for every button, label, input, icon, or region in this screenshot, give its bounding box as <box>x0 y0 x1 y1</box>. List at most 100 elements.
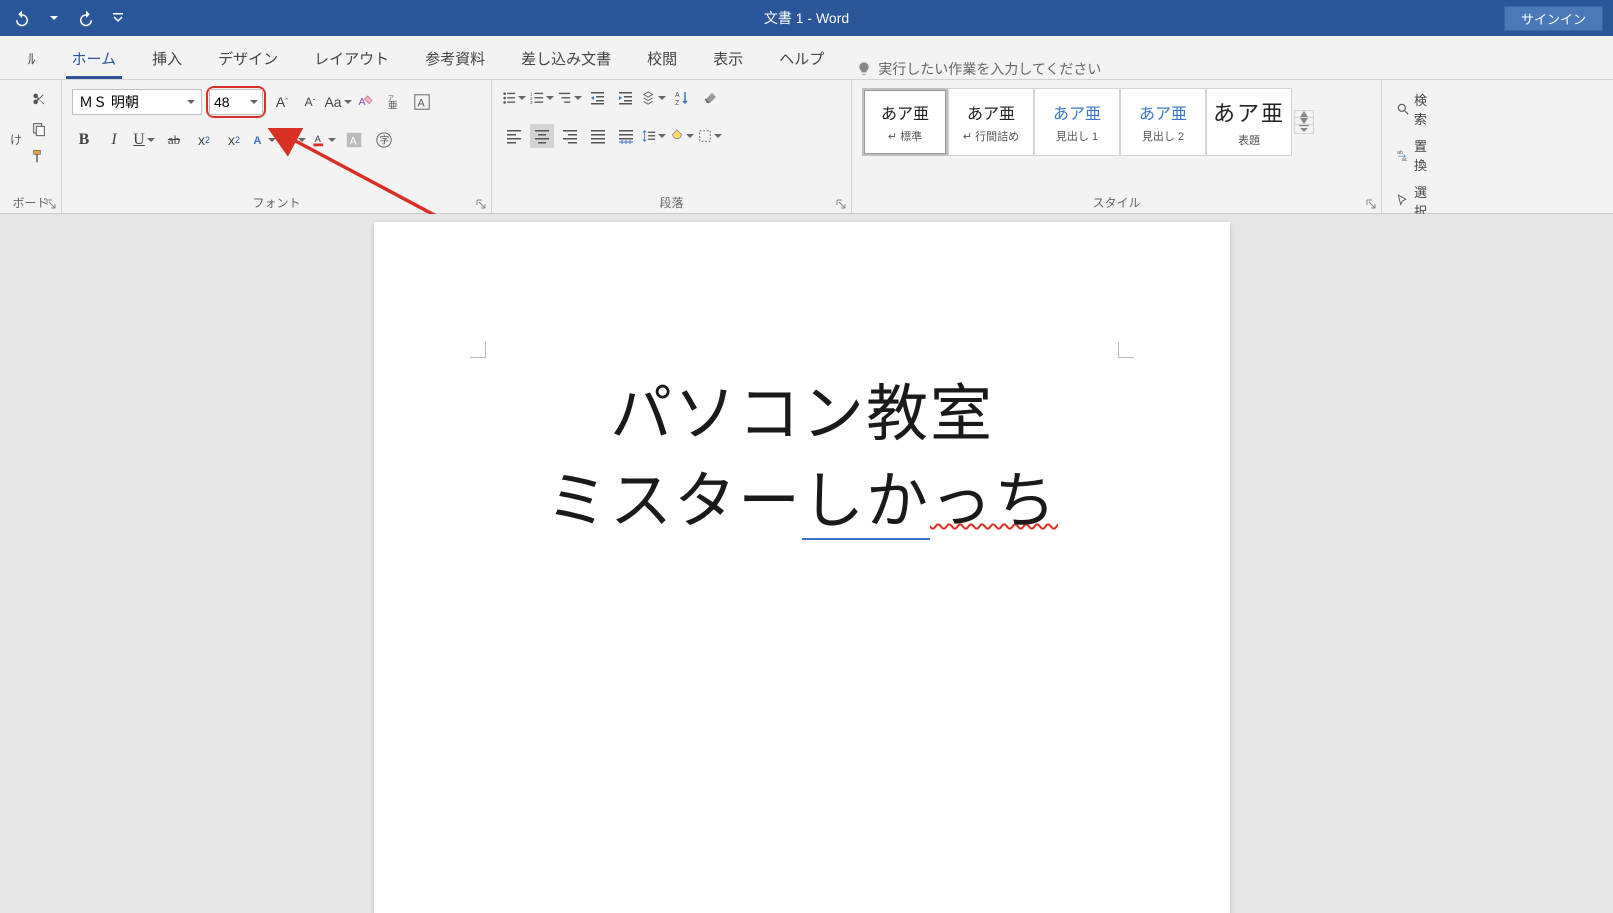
svg-text:A: A <box>253 135 261 147</box>
svg-text:A: A <box>350 136 358 148</box>
tab-mailings[interactable]: 差し込み文書 <box>503 40 629 79</box>
font-color-button[interactable]: A <box>312 128 336 152</box>
shading-button[interactable] <box>670 124 694 148</box>
superscript-button[interactable]: x2 <box>222 128 246 152</box>
tab-home[interactable]: ホーム <box>54 40 135 79</box>
group-clipboard: け ボード <box>0 80 62 213</box>
styles-scroll-up[interactable] <box>1295 111 1313 118</box>
enclose-characters-button[interactable]: 字 <box>372 128 396 152</box>
increase-indent-button[interactable] <box>614 86 638 110</box>
asian-layout-button[interactable] <box>642 86 666 110</box>
search-icon <box>1396 102 1410 116</box>
bold-button[interactable]: B <box>72 128 96 152</box>
style-item[interactable]: あア亜↵ 標準 <box>862 88 948 156</box>
quick-access-toolbar <box>0 4 132 32</box>
style-preview: あア亜 <box>881 100 929 124</box>
font-size-value: 48 <box>214 94 230 110</box>
multilevel-list-button[interactable] <box>558 86 582 110</box>
style-item[interactable]: あア亜↵ 行間詰め <box>948 88 1034 156</box>
align-left-button[interactable] <box>502 124 526 148</box>
group-editing: 検索 abac 置換 選択 編集 <box>1382 80 1452 213</box>
undo-button[interactable] <box>8 4 36 32</box>
svg-text:A: A <box>315 134 322 144</box>
font-dialog-launcher[interactable] <box>476 196 488 208</box>
tab-references[interactable]: 参考資料 <box>407 40 503 79</box>
clear-formatting-button[interactable]: A <box>354 90 378 114</box>
document-body[interactable]: パソコン教室 ミスターしかっち <box>374 372 1230 546</box>
italic-button[interactable]: I <box>102 128 126 152</box>
svg-text:A: A <box>418 98 426 110</box>
tab-design[interactable]: デザイン <box>200 40 296 79</box>
numbering-button[interactable]: 123 <box>530 86 554 110</box>
shrink-font-button[interactable]: Aˇ <box>298 90 322 114</box>
group-font: ＭＳ 明朝 48 Aˆ Aˇ Aa A ア亜 A B I <box>62 80 492 213</box>
show-marks-button[interactable] <box>698 86 722 110</box>
tab-view[interactable]: 表示 <box>695 40 761 79</box>
styles-scroll <box>1294 110 1314 134</box>
titlebar: 文書 1 - Word サインイン <box>0 0 1613 36</box>
tab-file-partial[interactable]: ﾙ <box>10 40 54 79</box>
undo-dropdown[interactable] <box>40 4 68 32</box>
replace-button[interactable]: abac 置換 <box>1392 134 1442 176</box>
tab-insert[interactable]: 挿入 <box>134 40 200 79</box>
tell-me-search[interactable]: 実行したい作業を入力してください <box>842 59 1115 79</box>
character-shading-button[interactable]: A <box>342 128 366 152</box>
annotation-highlight: 48 <box>206 86 266 118</box>
replace-icon: abac <box>1396 148 1410 162</box>
align-right-button[interactable] <box>558 124 582 148</box>
font-name-combo[interactable]: ＭＳ 明朝 <box>72 89 202 115</box>
sort-button[interactable]: AZ <box>670 86 694 110</box>
subscript-button[interactable]: x2 <box>192 128 216 152</box>
change-case-button[interactable]: Aa <box>326 90 350 114</box>
font-size-combo[interactable]: 48 <box>209 89 263 115</box>
style-item[interactable]: あア亜表題 <box>1206 88 1292 156</box>
distribute-button[interactable] <box>614 124 638 148</box>
document-area: パソコン教室 ミスターしかっち <box>0 214 1613 913</box>
copy-button[interactable] <box>28 118 50 140</box>
margin-corner-tr <box>1118 342 1134 358</box>
grow-font-button[interactable]: Aˆ <box>270 90 294 114</box>
tab-review[interactable]: 校閲 <box>629 40 695 79</box>
highlight-color-button[interactable] <box>282 128 306 152</box>
group-styles: あア亜↵ 標準あア亜↵ 行間詰めあア亜見出し 1あア亜見出し 2あア亜表題 スタ… <box>852 80 1382 213</box>
svg-text:亜: 亜 <box>388 100 398 111</box>
style-item[interactable]: あア亜見出し 1 <box>1034 88 1120 156</box>
justify-button[interactable] <box>586 124 610 148</box>
svg-text:A: A <box>359 96 366 108</box>
cut-button[interactable] <box>28 90 50 112</box>
decrease-indent-button[interactable] <box>586 86 610 110</box>
paragraph-dialog-launcher[interactable] <box>836 196 848 208</box>
line-spacing-button[interactable] <box>642 124 666 148</box>
find-button[interactable]: 検索 <box>1392 88 1442 130</box>
chevron-down-icon <box>250 100 258 104</box>
styles-expand[interactable] <box>1295 125 1313 133</box>
styles-scroll-down[interactable] <box>1295 118 1313 125</box>
cursor-icon <box>1396 194 1410 208</box>
group-label-styles: スタイル <box>862 190 1371 213</box>
format-painter-button[interactable] <box>28 146 50 168</box>
group-label-paragraph: 段落 <box>502 190 841 213</box>
align-center-button[interactable] <box>530 124 554 148</box>
group-label-font: フォント <box>72 190 481 213</box>
strikethrough-button[interactable]: ab <box>162 128 186 152</box>
character-border-button[interactable]: A <box>410 90 434 114</box>
borders-button[interactable] <box>698 124 722 148</box>
bullets-button[interactable] <box>502 86 526 110</box>
phonetic-guide-button[interactable]: ア亜 <box>382 90 406 114</box>
style-name: 見出し 1 <box>1056 128 1098 144</box>
underline-button[interactable]: U <box>132 128 156 152</box>
tab-help[interactable]: ヘルプ <box>761 40 842 79</box>
clipboard-dialog-launcher[interactable] <box>46 196 58 208</box>
svg-text:Z: Z <box>675 100 680 106</box>
style-name: 見出し 2 <box>1142 128 1184 144</box>
text-effects-button[interactable]: A <box>252 128 276 152</box>
qat-customize[interactable] <box>104 4 132 32</box>
style-item[interactable]: あア亜見出し 2 <box>1120 88 1206 156</box>
ribbon-tabs: ﾙ ホーム 挿入 デザイン レイアウト 参考資料 差し込み文書 校閲 表示 ヘル… <box>0 36 1613 80</box>
signin-button[interactable]: サインイン <box>1504 6 1603 31</box>
styles-dialog-launcher[interactable] <box>1366 196 1378 208</box>
redo-button[interactable] <box>72 4 100 32</box>
tab-layout[interactable]: レイアウト <box>296 40 407 79</box>
svg-text:3: 3 <box>530 100 533 105</box>
page[interactable]: パソコン教室 ミスターしかっち <box>374 222 1230 913</box>
